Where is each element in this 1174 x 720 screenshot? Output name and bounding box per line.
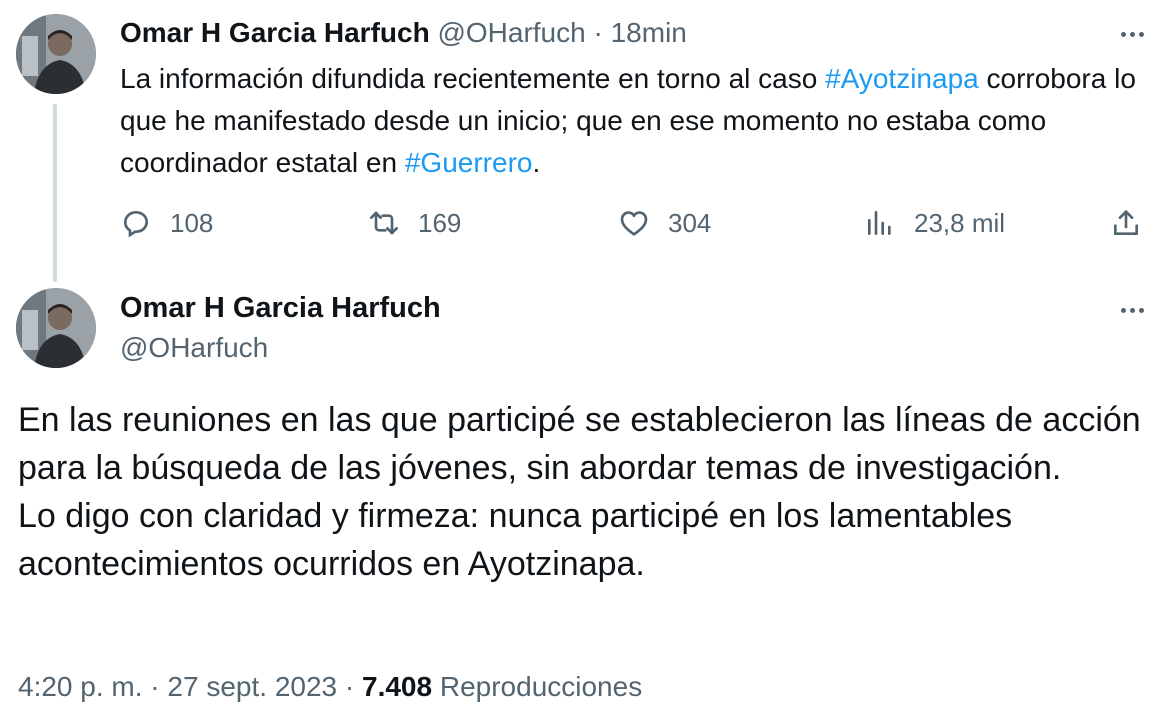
main-tweet-text: En las reuniones en las que participé se… [18, 396, 1148, 588]
meta-separator-1: · [142, 671, 168, 702]
tweet-time[interactable]: 4:20 p. m. [18, 671, 143, 702]
more-icon [1120, 31, 1126, 37]
heart-icon [620, 211, 648, 236]
main-more-button[interactable] [1112, 298, 1152, 322]
like-button[interactable]: 304 [618, 200, 711, 246]
like-count: 304 [668, 207, 712, 238]
main-author-name[interactable]: Omar H Garcia Harfuch [120, 288, 441, 328]
analytics-icon [868, 211, 891, 235]
views-label: Reproducciones [432, 671, 643, 702]
reply-header: Omar H Garcia Harfuch @OHarfuch · 18min [120, 14, 687, 52]
reply-author-name[interactable]: Omar H Garcia Harfuch [120, 17, 430, 48]
hashtag-guerrero-link[interactable]: #Guerrero [405, 147, 533, 178]
meta-separator-2: · [337, 671, 362, 702]
main-paragraph-2: Lo digo con claridad y firmeza: nunca pa… [18, 497, 1013, 583]
tweet-date[interactable]: 27 sept. 2023 [167, 671, 337, 702]
reply-more-button[interactable] [1112, 22, 1152, 46]
thread-connector-line [53, 104, 57, 282]
reply-count: 108 [170, 207, 214, 238]
reply-author-handle[interactable]: @OHarfuch [437, 17, 585, 48]
views-button[interactable]: 23,8 mil [864, 200, 1005, 246]
retweet-icon [370, 211, 398, 235]
reply-action-bar: 108 169 304 23,8 mil [120, 200, 1150, 246]
retweet-button[interactable]: 169 [368, 200, 461, 246]
reply-timestamp[interactable]: 18min [611, 17, 687, 48]
reply-icon [123, 210, 149, 238]
main-author-handle[interactable]: @OHarfuch [120, 328, 268, 368]
reply-button[interactable]: 108 [120, 200, 213, 246]
main-author-avatar[interactable] [16, 288, 96, 368]
share-button[interactable] [1110, 200, 1142, 246]
main-tweet-meta: 4:20 p. m. · 27 sept. 2023 · 7.408 Repro… [18, 666, 642, 708]
reply-text-part-1: La información difundida recientemente e… [120, 63, 826, 94]
views-number: 7.408 [362, 671, 433, 702]
share-icon [1114, 210, 1138, 235]
hashtag-ayotzinapa-link[interactable]: #Ayotzinapa [825, 63, 979, 94]
reply-separator: · [593, 17, 603, 48]
main-paragraph-1: En las reuniones en las que participé se… [18, 401, 1141, 487]
more-icon [1120, 307, 1126, 313]
retweet-count: 169 [418, 207, 462, 238]
reply-tweet-text: La información difundida recientemente e… [120, 58, 1140, 184]
reply-text-part-3: . [532, 147, 541, 178]
views-count: 23,8 mil [914, 207, 1006, 238]
reply-author-avatar[interactable] [16, 14, 96, 94]
